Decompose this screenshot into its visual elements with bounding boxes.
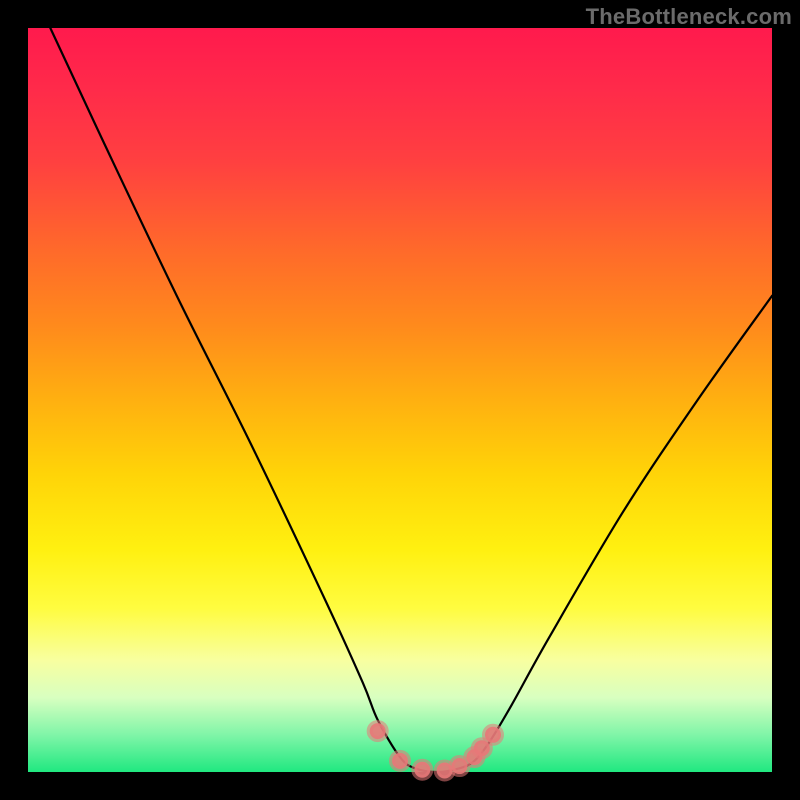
marker-point — [485, 727, 501, 743]
marker-point — [414, 762, 430, 778]
chart-frame: TheBottleneck.com — [0, 0, 800, 800]
bottleneck-curve-path — [50, 28, 772, 772]
highlight-markers — [370, 723, 501, 778]
plot-area — [28, 28, 772, 772]
marker-point — [392, 753, 408, 769]
marker-point — [370, 723, 386, 739]
bottleneck-curve-svg — [28, 28, 772, 772]
watermark-text: TheBottleneck.com — [586, 4, 792, 30]
